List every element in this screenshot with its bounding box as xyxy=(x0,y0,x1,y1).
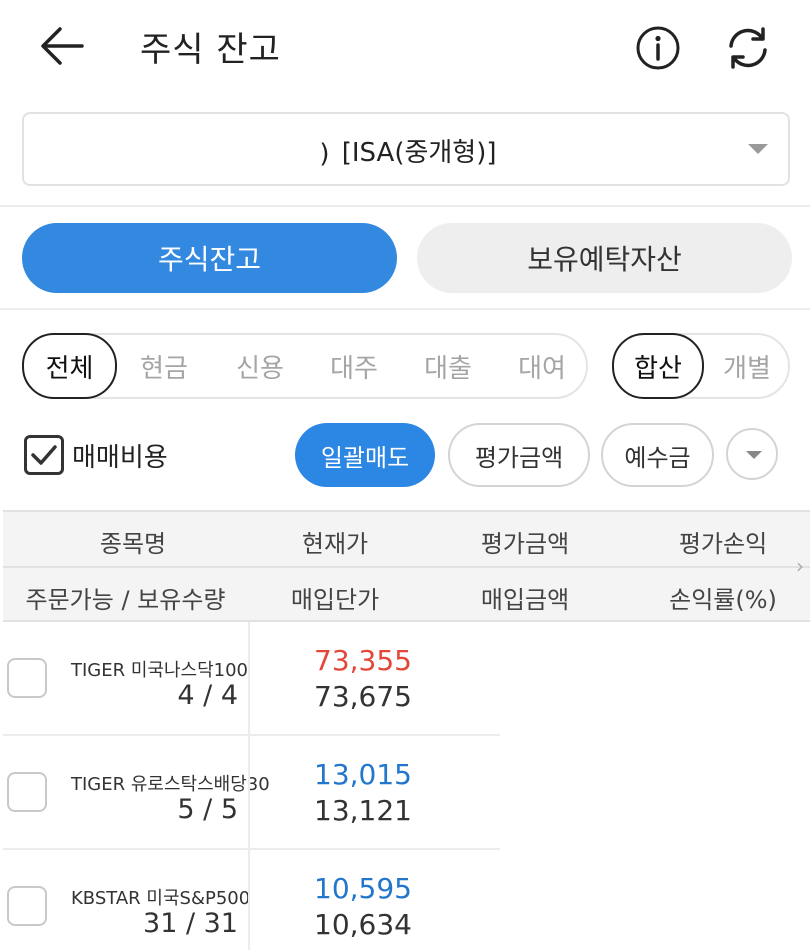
fee-label: 매매비용 xyxy=(72,443,168,473)
stock-name: TIGER 유로스탁스배당30 xyxy=(71,774,270,795)
divider xyxy=(248,736,250,850)
view-filter-segment: 합산 개별 xyxy=(612,333,790,399)
table-row[interactable]: TIGER 미국나스닥100 4 / 4 73,355 73,675 xyxy=(3,622,810,736)
filter-all[interactable]: 전체 xyxy=(22,333,117,399)
info-icon[interactable] xyxy=(634,24,682,72)
buy-price: 73,675 xyxy=(314,680,412,713)
filter-credit[interactable]: 신용 xyxy=(213,335,307,397)
table-row[interactable]: TIGER 유로스탁스배당30 5 / 5 13,015 13,121 xyxy=(3,736,810,850)
divider xyxy=(0,308,810,310)
chevron-right-icon: › xyxy=(796,554,804,578)
header-eval-pnl: 평가손익 xyxy=(678,530,768,558)
table-row[interactable]: KBSTAR 미국S&P500 31 / 31 10,595 10,634 xyxy=(3,850,810,950)
filter-short[interactable]: 대주 xyxy=(307,335,401,397)
header-buy-price: 매입단가 xyxy=(290,586,380,614)
filter-lend[interactable]: 대여 xyxy=(495,335,589,397)
filter-combined[interactable]: 합산 xyxy=(612,333,704,399)
holding-qty: 31 / 31 xyxy=(143,908,238,939)
more-options-button[interactable] xyxy=(726,428,778,480)
masked-account-prefix: ) xyxy=(319,139,330,169)
row-checkbox[interactable] xyxy=(7,772,47,812)
divider xyxy=(0,205,810,207)
refresh-icon[interactable] xyxy=(722,22,774,74)
back-arrow-icon[interactable] xyxy=(36,20,88,72)
filter-cash[interactable]: 현금 xyxy=(119,335,209,397)
stock-name: KBSTAR 미국S&P500 xyxy=(71,888,251,909)
type-filter-segment: 전체 현금 신용 대주 대출 대여 xyxy=(22,333,588,399)
checkmark-icon xyxy=(31,445,57,465)
divider xyxy=(248,622,250,736)
table-header: 종목명 현재가 평가금액 평가손익 주문가능 / 보유수량 매입단가 매입금액 … xyxy=(3,510,810,622)
header-order-qty: 주문가능 / 보유수량 xyxy=(25,586,226,614)
filter-loan[interactable]: 대출 xyxy=(401,335,495,397)
header-return-rate: 손익률(%) xyxy=(669,586,777,614)
row-checkbox[interactable] xyxy=(7,658,47,698)
header-buy-amount: 매입금액 xyxy=(480,586,570,614)
buy-price: 10,634 xyxy=(314,908,412,941)
buy-price: 13,121 xyxy=(314,794,412,827)
holding-qty: 5 / 5 xyxy=(177,794,238,825)
header-stock-name: 종목명 xyxy=(99,530,167,558)
tab-held-assets[interactable]: 보유예탁자산 xyxy=(417,223,792,293)
chevron-down-icon xyxy=(748,144,768,154)
chevron-down-icon xyxy=(746,451,762,459)
fee-checkbox[interactable] xyxy=(24,435,64,475)
holding-qty: 4 / 4 xyxy=(177,680,238,711)
deposit-button[interactable]: 예수금 xyxy=(601,423,714,487)
tab-stock-balance[interactable]: 주식잔고 xyxy=(22,223,397,293)
divider xyxy=(248,850,250,950)
filter-individual[interactable]: 개별 xyxy=(704,335,790,397)
stock-name: TIGER 미국나스닥100 xyxy=(71,660,249,681)
current-price: 13,015 xyxy=(314,758,412,791)
account-select[interactable]: ) [ISA(중개형)] xyxy=(22,112,790,186)
account-label: [ISA(중개형)] xyxy=(341,138,497,168)
header-eval-amount: 평가금액 xyxy=(480,530,570,558)
sell-all-button[interactable]: 일괄매도 xyxy=(295,423,435,487)
page-title: 주식 잔고 xyxy=(140,30,281,70)
eval-amount-button[interactable]: 평가금액 xyxy=(448,423,590,487)
app-header: 주식 잔고 xyxy=(0,0,810,95)
current-price: 10,595 xyxy=(314,872,412,905)
divider xyxy=(3,566,810,568)
row-checkbox[interactable] xyxy=(7,886,47,926)
header-current-price: 현재가 xyxy=(301,530,369,558)
current-price: 73,355 xyxy=(314,644,412,677)
